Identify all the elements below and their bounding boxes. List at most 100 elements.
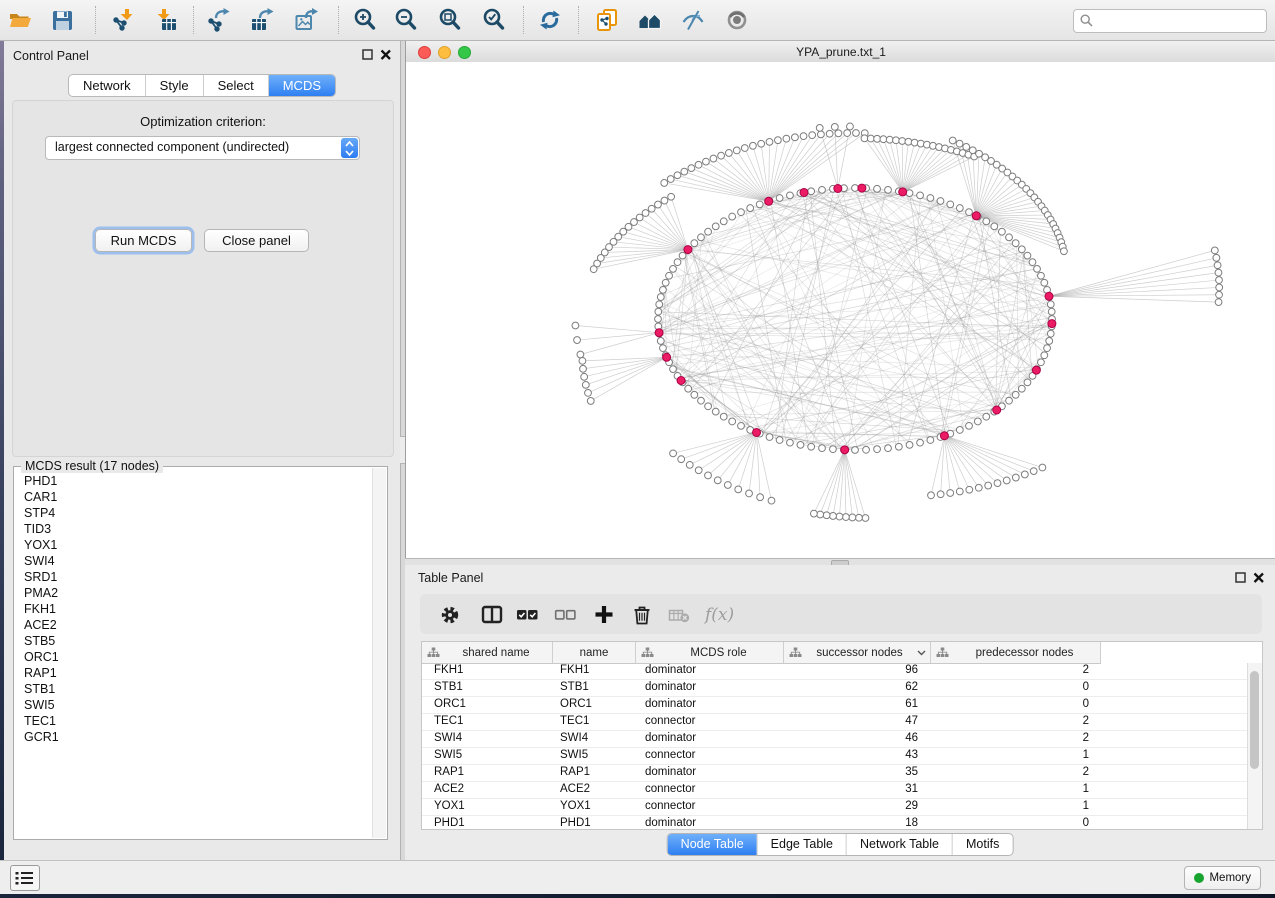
mcds-result-item[interactable]: STB5 xyxy=(17,633,371,649)
network-node[interactable] xyxy=(581,373,588,380)
network-node[interactable] xyxy=(698,397,705,404)
table-cell[interactable]: ORC1 xyxy=(422,697,553,713)
network-node[interactable] xyxy=(998,228,1005,235)
network-canvas[interactable] xyxy=(406,62,1275,558)
network-node[interactable] xyxy=(1034,265,1041,272)
network-node[interactable] xyxy=(631,219,638,226)
network-node[interactable] xyxy=(862,515,869,522)
network-node[interactable] xyxy=(1216,284,1223,291)
network-node[interactable] xyxy=(886,136,893,143)
network-node[interactable] xyxy=(1215,299,1222,306)
network-node[interactable] xyxy=(983,218,990,225)
network-node[interactable] xyxy=(994,480,1001,487)
table-cell[interactable]: dominator xyxy=(636,697,784,713)
network-node[interactable] xyxy=(819,445,826,452)
network-node[interactable] xyxy=(835,130,842,137)
network-node[interactable] xyxy=(579,357,586,364)
network-node[interactable] xyxy=(1215,269,1222,276)
network-node[interactable] xyxy=(956,205,963,212)
network-node[interactable] xyxy=(899,138,906,145)
network-node[interactable] xyxy=(852,447,859,454)
network-node[interactable] xyxy=(577,351,584,358)
table-row[interactable]: TEC1TEC1connector472 xyxy=(422,714,1248,731)
mcds-result-item[interactable]: GCR1 xyxy=(17,729,371,745)
network-node[interactable] xyxy=(863,446,870,453)
network-node[interactable] xyxy=(937,491,944,498)
network-node[interactable] xyxy=(787,192,794,199)
mcds-node[interactable] xyxy=(972,212,980,220)
deselect-all-icon[interactable] xyxy=(553,602,577,626)
table-cell[interactable]: dominator xyxy=(636,731,784,747)
mcds-result-item[interactable]: ORC1 xyxy=(17,649,371,665)
network-node[interactable] xyxy=(758,140,765,147)
network-node[interactable] xyxy=(729,213,736,220)
import-network-icon[interactable] xyxy=(110,7,136,33)
import-table-icon[interactable] xyxy=(153,7,179,33)
scrollbar-thumb[interactable] xyxy=(1250,671,1259,769)
network-node[interactable] xyxy=(705,228,712,235)
network-node[interactable] xyxy=(1047,330,1054,337)
mcds-result-item[interactable]: CAR1 xyxy=(17,489,371,505)
home-icon[interactable] xyxy=(637,7,663,33)
network-node[interactable] xyxy=(572,322,579,329)
tab-mcds[interactable]: MCDS xyxy=(268,75,335,96)
table-cell[interactable]: STB1 xyxy=(422,680,553,696)
table-cell[interactable]: 2 xyxy=(931,663,1101,679)
network-node[interactable] xyxy=(738,422,745,429)
network-node[interactable] xyxy=(1214,262,1221,269)
tab-network[interactable]: Network xyxy=(69,75,145,96)
table-cell[interactable]: 61 xyxy=(784,697,931,713)
network-node[interactable] xyxy=(691,240,698,247)
export-table-icon[interactable] xyxy=(249,7,275,33)
network-node[interactable] xyxy=(895,443,902,450)
network-node[interactable] xyxy=(1012,391,1019,398)
network-node[interactable] xyxy=(695,467,702,474)
network-window-titlebar[interactable]: YPA_prune.txt_1 xyxy=(406,41,1275,63)
network-node[interactable] xyxy=(585,390,592,397)
select-all-icon[interactable] xyxy=(515,602,539,626)
export-image-icon[interactable] xyxy=(293,7,319,33)
mcds-result-item[interactable]: PMA2 xyxy=(17,585,371,601)
network-node[interactable] xyxy=(797,441,804,448)
network-node[interactable] xyxy=(674,259,681,266)
tab-select[interactable]: Select xyxy=(203,75,268,96)
network-node[interactable] xyxy=(830,513,837,520)
network-node[interactable] xyxy=(985,482,992,489)
column-header-MCDS-role[interactable]: MCDS role xyxy=(636,642,784,663)
network-node[interactable] xyxy=(1006,234,1013,241)
network-node[interactable] xyxy=(686,461,693,468)
network-node[interactable] xyxy=(656,301,663,308)
network-node[interactable] xyxy=(849,514,856,521)
save-icon[interactable] xyxy=(49,7,75,33)
network-node[interactable] xyxy=(756,201,763,208)
network-node[interactable] xyxy=(718,152,725,159)
network-node[interactable] xyxy=(874,446,881,453)
network-node[interactable] xyxy=(853,130,860,137)
network-node[interactable] xyxy=(817,511,824,518)
table-cell[interactable]: 35 xyxy=(784,765,931,781)
table-cell[interactable]: 46 xyxy=(784,731,931,747)
task-history-button[interactable] xyxy=(10,865,40,891)
network-node[interactable] xyxy=(874,185,881,192)
network-node[interactable] xyxy=(705,472,712,479)
network-node[interactable] xyxy=(695,161,702,168)
network-node[interactable] xyxy=(956,140,963,147)
table-cell[interactable]: 18 xyxy=(784,816,931,829)
network-node[interactable] xyxy=(947,490,954,497)
mcds-result-item[interactable]: RAP1 xyxy=(17,665,371,681)
table-cell[interactable]: PHD1 xyxy=(422,816,553,829)
close-panel-icon[interactable] xyxy=(380,48,392,60)
table-row[interactable]: SWI4SWI4dominator462 xyxy=(422,731,1248,748)
network-node[interactable] xyxy=(947,201,954,208)
table-cell[interactable]: 62 xyxy=(784,680,931,696)
network-node[interactable] xyxy=(975,484,982,491)
split-view-icon[interactable] xyxy=(480,602,504,626)
table-row[interactable]: RAP1RAP1dominator352 xyxy=(422,765,1248,782)
table-cell[interactable]: FKH1 xyxy=(422,663,553,679)
table-cell[interactable]: dominator xyxy=(636,765,784,781)
delete-trash-icon[interactable] xyxy=(630,602,654,626)
network-node[interactable] xyxy=(949,137,956,144)
table-cell[interactable]: YOX1 xyxy=(553,799,636,815)
mcds-node[interactable] xyxy=(993,406,1001,414)
zoom-selected-icon[interactable] xyxy=(481,7,507,33)
